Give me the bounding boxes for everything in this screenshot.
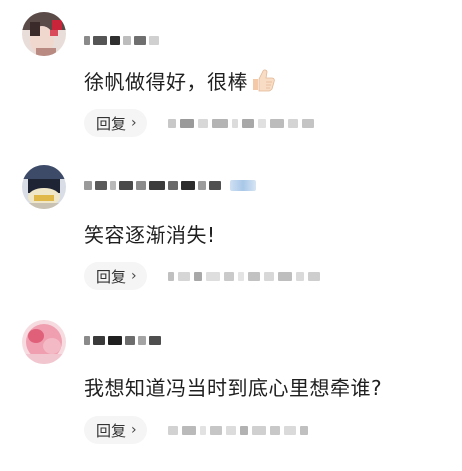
comment-meta-blurred xyxy=(168,269,320,283)
chevron-right-icon: › xyxy=(131,268,137,284)
avatar[interactable] xyxy=(22,320,66,364)
username-blurred[interactable] xyxy=(84,34,159,46)
comment-text: 我想知道冯当时到底心里想牵谁? xyxy=(84,375,382,401)
avatar[interactable] xyxy=(22,12,66,56)
reply-button[interactable]: 回复 › xyxy=(84,416,147,444)
comment-text: 徐帆做得好，很棒 xyxy=(84,68,276,98)
comment-text: 笑容逐渐消失! xyxy=(84,222,216,248)
reply-label: 回复 xyxy=(96,114,127,133)
chevron-right-icon: › xyxy=(131,422,137,438)
username-blurred[interactable] xyxy=(84,179,256,191)
comment-text-content: 笑容逐渐消失! xyxy=(84,223,216,247)
reply-button[interactable]: 回复 › xyxy=(84,109,147,137)
thumbs-up-icon xyxy=(250,68,276,98)
user-badge-blurred xyxy=(230,179,256,191)
reply-label: 回复 xyxy=(96,267,127,286)
reply-button[interactable]: 回复 › xyxy=(84,262,147,290)
comment-text-content: 徐帆做得好，很棒 xyxy=(84,70,248,94)
avatar[interactable] xyxy=(22,165,66,209)
chevron-right-icon: › xyxy=(131,115,137,131)
username-blurred[interactable] xyxy=(84,334,161,346)
comment-meta-blurred xyxy=(168,116,314,130)
comment-meta-blurred xyxy=(168,423,308,437)
comment-text-content: 我想知道冯当时到底心里想牵谁? xyxy=(84,376,383,400)
reply-label: 回复 xyxy=(96,421,127,440)
